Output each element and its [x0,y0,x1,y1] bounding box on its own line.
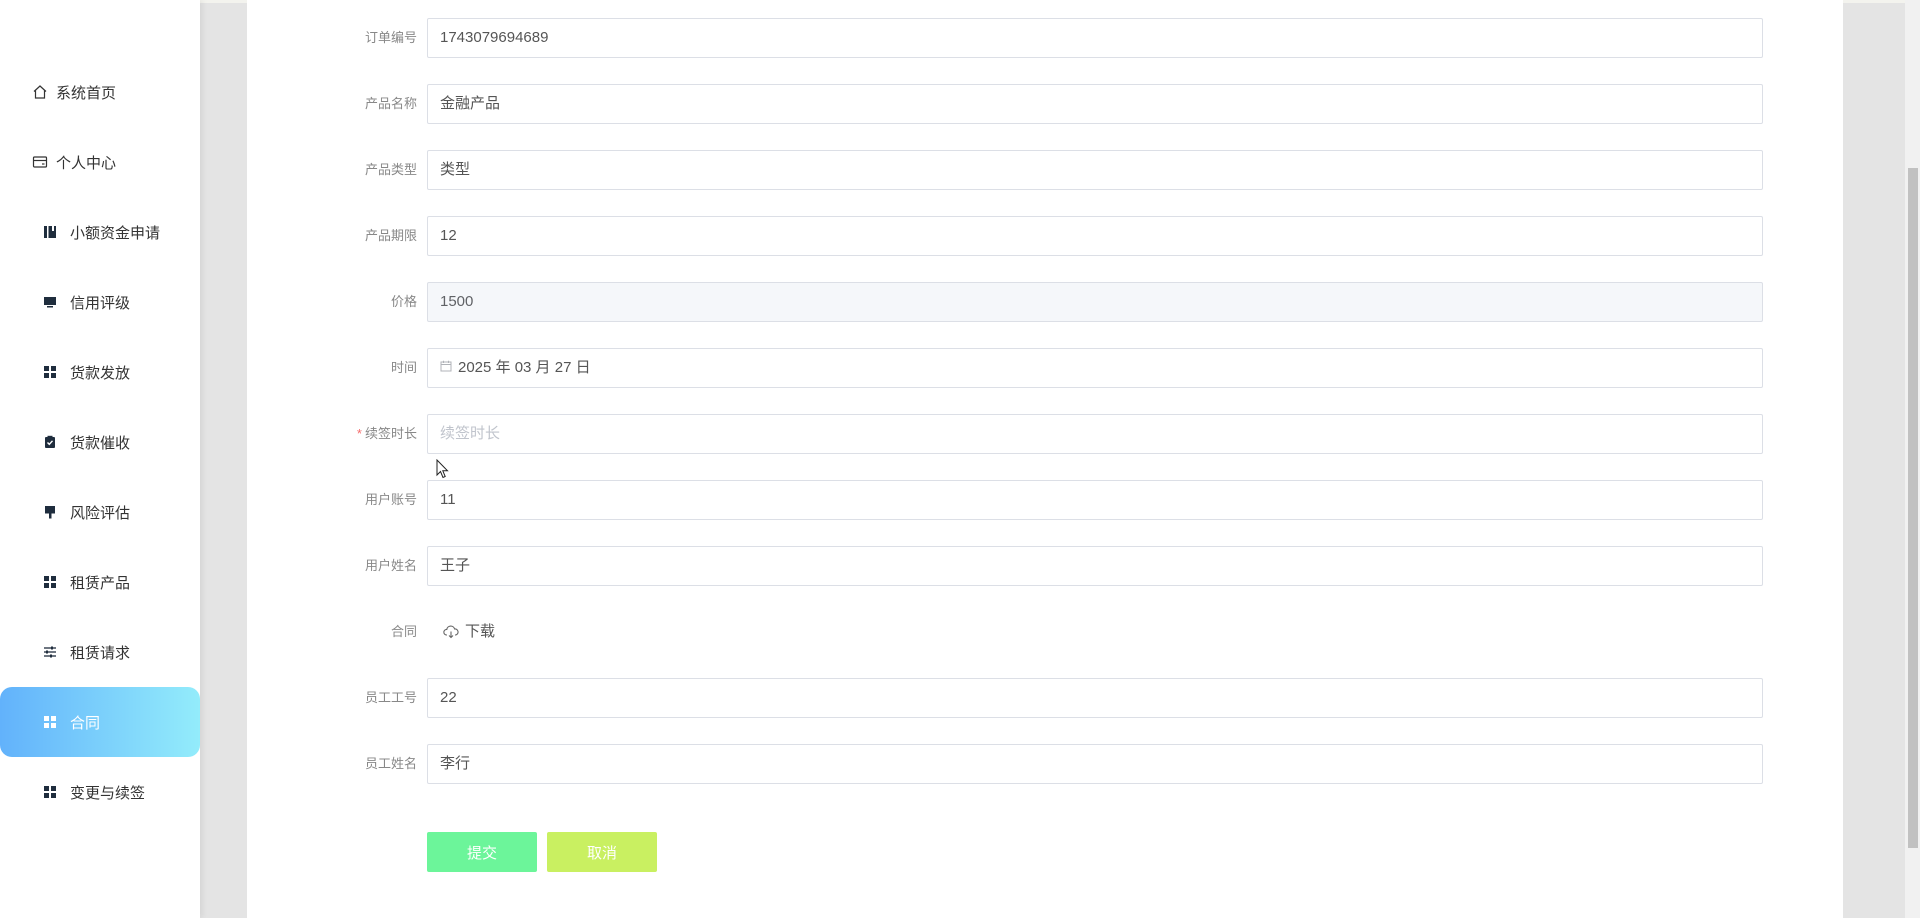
staff-name-field[interactable]: 李行 [427,744,1763,784]
product-term-label: 产品期限 [364,228,417,243]
form-row-staff-no: 员工工号 22 [247,678,1843,718]
grid-icon [42,714,58,730]
grid-icon [42,574,58,590]
price-label: 价格 [390,294,417,309]
staff-no-field[interactable]: 22 [427,678,1763,718]
sidebar-item-loan-disbursement[interactable]: 货款发放 [0,337,200,407]
form-row-user-account: 用户账号 11 [247,480,1843,520]
contract-label: 合同 [390,624,417,639]
order-no-label: 订单编号 [364,30,417,45]
sidebar-item-label: 个人中心 [56,154,117,172]
sidebar-item-label: 货款催收 [70,434,131,452]
form-row-product-name: 产品名称 金融产品 [247,84,1843,124]
form-row-renew-duration: * 续签时长 续签时长 [247,414,1843,454]
contract-download-link[interactable]: 下载 [443,612,495,652]
sliders-icon [42,644,58,660]
form-row-time: 时间 2025 年 03 月 27 日 [247,348,1843,388]
sidebar-item-label: 租赁产品 [70,574,131,592]
product-type-field[interactable]: 类型 [427,150,1763,190]
form-row-price: 价格 1500 [247,282,1843,322]
sidebar-item-small-fund-application[interactable]: 小额资金申请 [0,197,200,267]
sidebar-item-credit-rating[interactable]: 信用评级 [0,267,200,337]
sidebar: 系统首页 个人中心 小额资金申请 信用评级 货款发放 货款催收 风险评估 租赁产… [0,0,200,918]
user-account-label: 用户账号 [364,492,417,507]
sidebar-item-lease-products[interactable]: 租赁产品 [0,547,200,617]
monitor-icon [42,294,58,310]
price-field[interactable]: 1500 [427,282,1763,322]
grid-icon [42,364,58,380]
renew-duration-input[interactable]: 续签时长 [427,414,1763,454]
sidebar-item-label: 风险评估 [70,504,131,522]
product-term-field[interactable]: 12 [427,216,1763,256]
wallet-icon [32,154,48,170]
contract-form-panel: 订单编号 1743079694689 产品名称 金融产品 产品类型 类型 产品期… [247,0,1843,918]
sidebar-item-change-and-renewal[interactable]: 变更与续签 [0,757,200,827]
user-account-field[interactable]: 11 [427,480,1763,520]
book-icon [42,224,58,240]
sidebar-item-contract[interactable]: 合同 [0,687,200,757]
grid-icon [42,784,58,800]
sidebar-item-home[interactable]: 系统首页 [0,57,200,127]
product-name-field[interactable]: 金融产品 [427,84,1763,124]
clipboard-check-icon [42,434,58,450]
staff-no-label: 员工工号 [364,690,417,705]
submit-button[interactable]: 提交 [427,832,537,872]
form-row-user-name: 用户姓名 王子 [247,546,1843,586]
download-label: 下载 [465,623,496,640]
staff-name-label: 员工姓名 [364,756,417,771]
sidebar-item-risk-assessment[interactable]: 风险评估 [0,477,200,547]
form-row-product-type: 产品类型 类型 [247,150,1843,190]
sidebar-item-label: 小额资金申请 [70,224,161,242]
sidebar-item-personal-center[interactable]: 个人中心 [0,127,200,197]
required-mark: * [356,426,362,441]
form-row-product-term: 产品期限 12 [247,216,1843,256]
home-icon [32,84,48,100]
sidebar-item-loan-collection[interactable]: 货款催收 [0,407,200,477]
sidebar-item-label: 变更与续签 [70,784,146,802]
form-row-staff-name: 员工姓名 李行 [247,744,1843,784]
sidebar-item-label: 货款发放 [70,364,131,382]
calendar-icon [440,349,452,387]
mouse-cursor-icon [436,458,450,484]
order-no-field[interactable]: 1743079694689 [427,18,1763,58]
cancel-button[interactable]: 取消 [547,832,657,872]
user-name-field[interactable]: 王子 [427,546,1763,586]
sidebar-item-label: 系统首页 [56,84,117,102]
form-row-contract: 合同 下载 [247,612,1843,652]
sidebar-item-label: 信用评级 [70,294,131,312]
product-type-label: 产品类型 [364,162,417,177]
form-row-order-no: 订单编号 1743079694689 [247,18,1843,58]
renew-duration-label: * 续签时长 [356,426,417,441]
sidebar-item-label: 租赁请求 [70,644,131,662]
brush-icon [42,504,58,520]
sidebar-item-label: 合同 [70,714,101,732]
user-name-label: 用户姓名 [364,558,417,573]
product-name-label: 产品名称 [364,96,417,111]
sidebar-item-lease-requests[interactable]: 租赁请求 [0,617,200,687]
cloud-download-icon [443,625,459,639]
time-value: 2025 年 03 月 27 日 [458,359,591,376]
time-date-picker[interactable]: 2025 年 03 月 27 日 [427,348,1763,388]
time-label: 时间 [390,360,417,375]
page-scrollbar-thumb[interactable] [1908,168,1918,848]
